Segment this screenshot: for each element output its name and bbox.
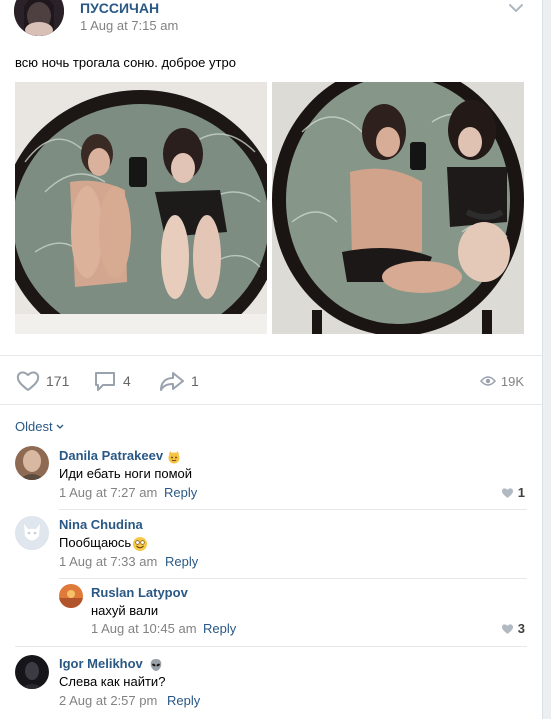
post-menu-chevron-icon[interactable] <box>506 0 526 16</box>
comment-item: Danila Patrakeev Иди ебать ноги помой 1 … <box>0 440 542 506</box>
like-button[interactable]: 171 <box>16 370 69 392</box>
heart-icon <box>501 487 513 498</box>
commenter-avatar[interactable] <box>15 446 49 480</box>
post-actions-bar: 171 4 1 19K <box>0 355 542 405</box>
eye-icon <box>479 376 496 386</box>
commenter-name[interactable]: Nina Chudina <box>59 517 143 532</box>
comment-reply-item: Ruslan Latypov нахуй вали 1 Aug at 10:45… <box>0 578 542 646</box>
comments-sort-label: Oldest <box>15 419 53 434</box>
comment-text: нахуй вали <box>91 603 159 618</box>
comment-text: Слева как найти? <box>59 674 166 689</box>
commenter-name[interactable]: Danila Patrakeev <box>59 448 181 464</box>
comment-button[interactable]: 4 <box>93 370 131 392</box>
reply-button[interactable]: Reply <box>203 621 236 636</box>
commenter-name[interactable]: Ruslan Latypov <box>91 585 188 600</box>
smile-emoji-icon <box>133 536 148 551</box>
post-author[interactable]: ПУССИЧАН <box>80 0 159 16</box>
comment-date[interactable]: 1 Aug at 7:27 am <box>59 485 157 500</box>
comment-like-button[interactable]: 1 <box>501 485 525 500</box>
commenter-avatar[interactable] <box>15 655 49 689</box>
commenter-name[interactable]: Igor Melikhov <box>59 656 163 672</box>
comment-count: 4 <box>123 373 131 389</box>
comment-like-count: 1 <box>517 485 525 500</box>
comment-like-count: 3 <box>517 621 525 636</box>
post-date[interactable]: 1 Aug at 7:15 am <box>80 18 178 33</box>
post-card: ПУССИЧАН 1 Aug at 7:15 am всю ночь трога… <box>0 0 542 719</box>
heart-icon <box>501 623 513 634</box>
post-photo-2[interactable] <box>272 82 524 334</box>
comment-date[interactable]: 1 Aug at 7:33 am <box>59 554 157 569</box>
comment-like-button[interactable]: 3 <box>501 621 525 636</box>
comment-text: Иди ебать ноги помой <box>59 466 193 481</box>
views-count: 19K <box>500 373 524 389</box>
share-count: 1 <box>191 373 199 389</box>
post-photo-1[interactable] <box>15 82 267 334</box>
comment-date[interactable]: 2 Aug at 2:57 pm <box>59 693 157 708</box>
comment-text: Пообщаюсь <box>59 535 148 552</box>
reply-button[interactable]: Reply <box>165 554 198 569</box>
heart-icon <box>16 371 40 391</box>
share-icon <box>160 372 184 391</box>
comment-text-content: Пообщаюсь <box>59 535 132 550</box>
reply-button[interactable]: Reply <box>164 485 197 500</box>
commenter-avatar[interactable] <box>15 516 49 550</box>
cat-emoji-icon <box>168 450 180 464</box>
comment-item: Nina Chudina Пообщаюсь 1 Aug at 7:33 am … <box>0 510 542 578</box>
commenter-avatar[interactable] <box>59 584 83 608</box>
post-text: всю ночь трогала соню. доброе утро <box>15 55 236 70</box>
reply-button[interactable]: Reply <box>167 693 200 708</box>
alien-emoji-icon <box>150 658 162 671</box>
commenter-name-text: Danila Patrakeev <box>59 448 164 463</box>
author-avatar[interactable] <box>14 0 64 36</box>
comments-sort-dropdown[interactable]: Oldest <box>15 419 64 434</box>
chevron-down-icon <box>56 424 64 429</box>
comment-item: Igor Melikhov Слева как найти? 2 Aug at … <box>0 647 542 719</box>
page-scroll-edge <box>542 0 551 719</box>
like-count: 171 <box>46 373 70 389</box>
views-counter: 19K <box>479 370 524 392</box>
commenter-name-text: Igor Melikhov <box>59 656 143 671</box>
comment-icon <box>95 372 115 391</box>
share-button[interactable]: 1 <box>159 370 199 392</box>
comment-date[interactable]: 1 Aug at 10:45 am <box>91 621 197 636</box>
post-header: ПУССИЧАН 1 Aug at 7:15 am <box>0 0 542 46</box>
